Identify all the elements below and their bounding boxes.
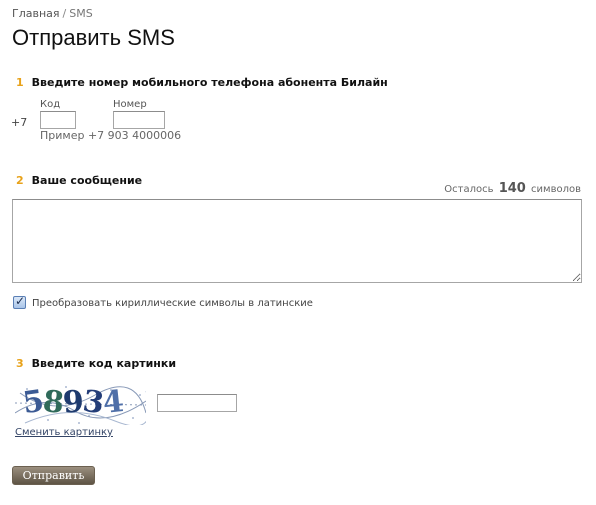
breadcrumb-separator: / [62, 7, 67, 20]
remaining-prefix: Осталось [444, 184, 494, 195]
captcha-characters: 58934 [21, 384, 125, 421]
page-title: Отправить SMS [12, 25, 175, 50]
captcha-char: 8 [41, 384, 65, 421]
characters-remaining: Осталось 140 символов [444, 181, 581, 196]
breadcrumb: Главная / SMS [12, 7, 93, 20]
submit-button[interactable]: Отправить [12, 466, 95, 485]
captcha-char: 4 [100, 384, 125, 421]
number-label: Номер [113, 99, 147, 110]
operator-code-input[interactable] [40, 111, 76, 129]
step-1-heading: 1 Введите номер мобильного телефона абоне… [16, 76, 388, 89]
transliterate-checkbox[interactable]: ✓ [13, 294, 26, 309]
country-prefix: +7 [11, 116, 28, 129]
code-label: Код [40, 99, 61, 110]
step-3-number: 3 [16, 357, 24, 370]
step-1-title: Введите номер мобильного телефона абонен… [31, 76, 388, 89]
remaining-suffix: символов [531, 184, 581, 195]
step-2-heading: 2 Ваше сообщение [16, 174, 142, 187]
step-2-number: 2 [16, 174, 24, 187]
breadcrumb-current: SMS [69, 7, 93, 20]
step-3-title: Введите код картинки [31, 357, 177, 370]
step-1-number: 1 [16, 76, 24, 89]
checkmark-icon: ✓ [15, 294, 26, 308]
breadcrumb-home-link[interactable]: Главная [12, 7, 60, 20]
transliterate-label[interactable]: Преобразовать кириллические символы в ла… [32, 298, 313, 309]
step-3-heading: 3 Введите код картинки [16, 357, 176, 370]
phone-example-hint: Пример +7 903 4000006 [40, 129, 182, 142]
change-captcha-link[interactable]: Сменить картинку [15, 427, 113, 438]
captcha-input[interactable] [157, 394, 237, 412]
captcha-image: 58934 [15, 383, 146, 425]
message-textarea[interactable] [12, 199, 582, 283]
remaining-count: 140 [498, 181, 526, 196]
phone-number-input[interactable] [113, 111, 165, 129]
step-2-title: Ваше сообщение [31, 174, 143, 187]
